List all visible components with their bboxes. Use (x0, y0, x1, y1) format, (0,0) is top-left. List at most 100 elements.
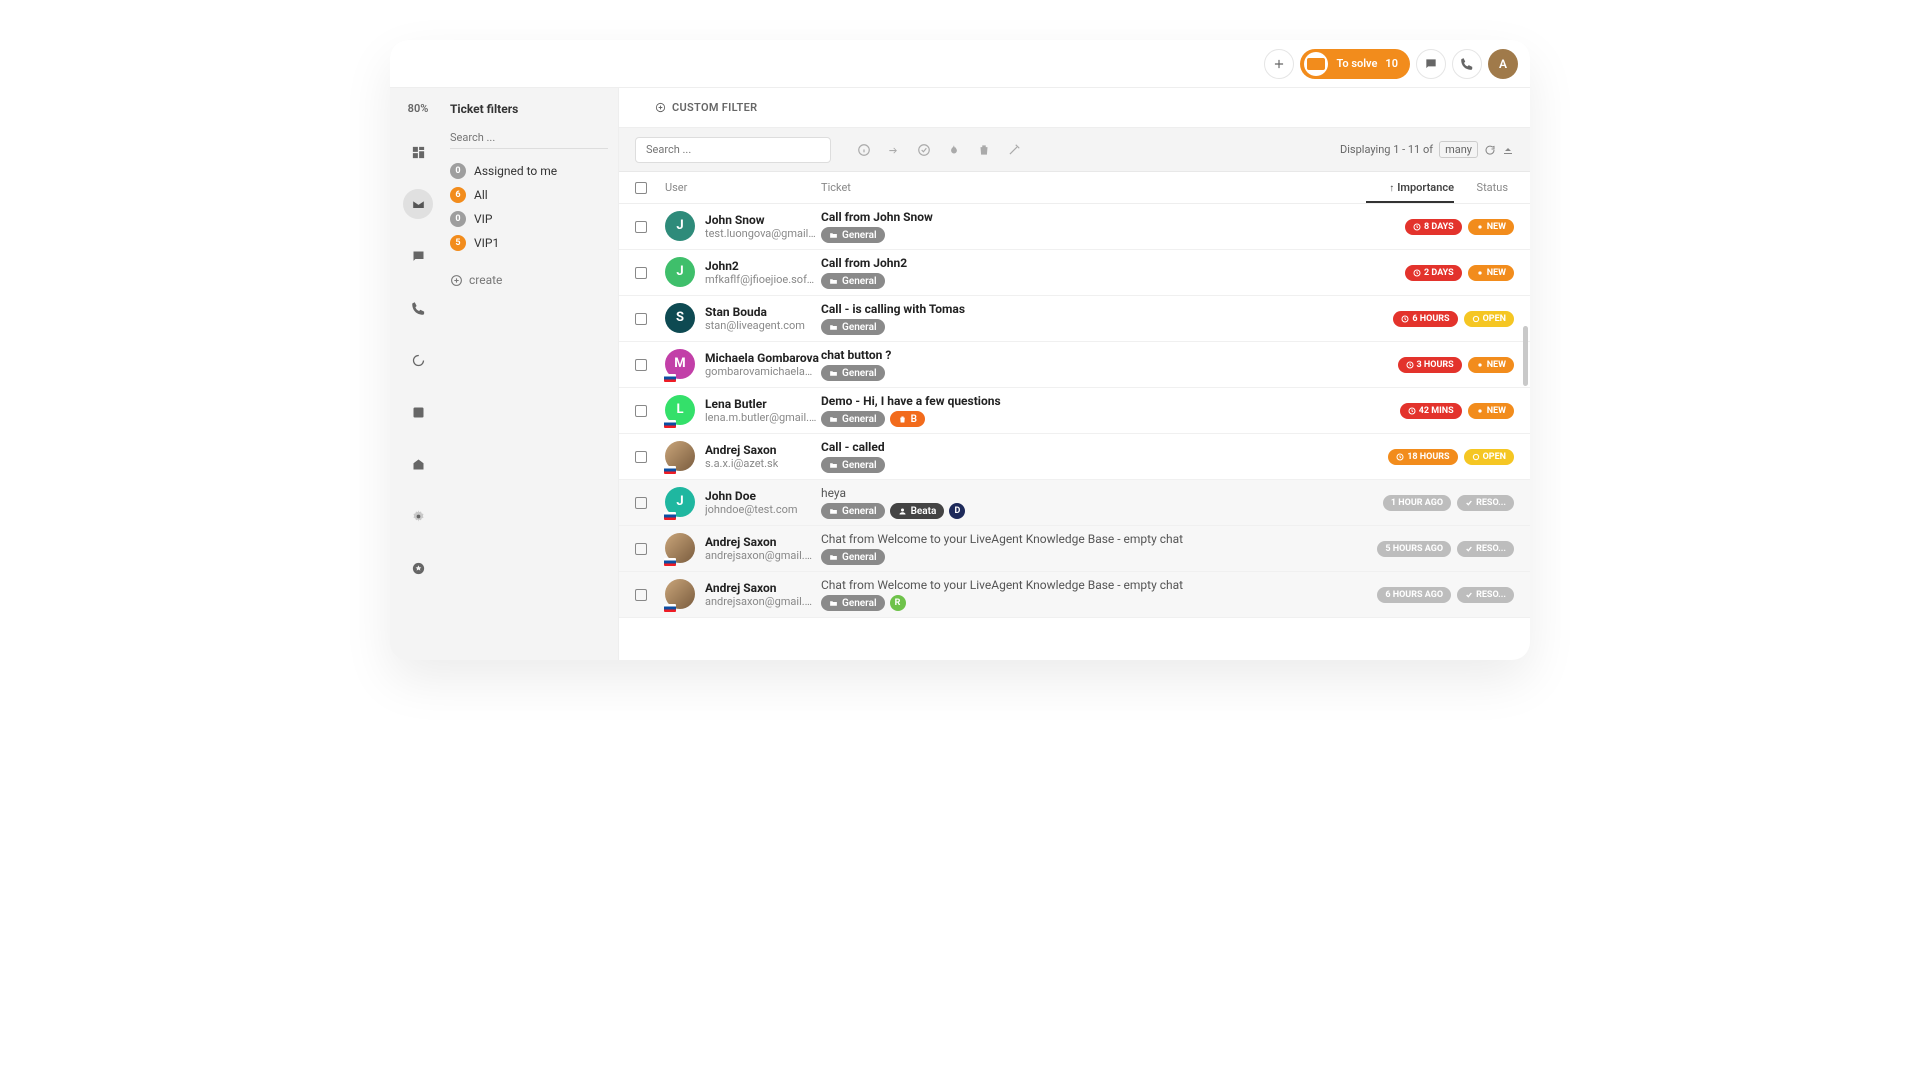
ticket-row[interactable]: JJohn Snowtest.luongova@gmail....Call fr… (619, 204, 1530, 250)
ticket-row[interactable]: SStan Boudastan@liveagent.comCall - is c… (619, 296, 1530, 342)
user-cell: JJohn Doejohndoe@test.com (665, 487, 821, 519)
row-checkbox[interactable] (635, 313, 647, 325)
ticket-row[interactable]: Andrej Saxonandrejsaxon@gmail.c...Chat f… (619, 572, 1530, 618)
app-body: 80% Ticket filters 0Assigned to me6All0V… (390, 88, 1530, 660)
header-importance[interactable]: Importance (1366, 181, 1454, 194)
ticket-row[interactable]: MMichaela Gombarovagombarovamichaela1...… (619, 342, 1530, 388)
row-checkbox[interactable] (635, 359, 647, 371)
forward-button[interactable] (887, 143, 901, 157)
nav-contacts[interactable] (403, 397, 433, 427)
tag-pill: General (821, 411, 885, 427)
refresh-icon[interactable] (1484, 144, 1496, 156)
create-filter[interactable]: create (450, 273, 608, 287)
nav-org[interactable] (403, 449, 433, 479)
nav-chat[interactable] (403, 241, 433, 271)
toolbar: Displaying 1 - 11 of many (619, 128, 1530, 172)
ticket-subject: heya (821, 486, 1364, 500)
info-button[interactable] (857, 143, 871, 157)
user-email: stan@liveagent.com (705, 319, 805, 332)
flag-icon (664, 466, 676, 474)
header-status[interactable]: Status (1454, 181, 1514, 194)
ticket-subject: Call - is calling with Tomas (821, 302, 1364, 316)
add-button[interactable] (1264, 49, 1294, 79)
ticket-cell: Call - is calling with TomasGeneral (821, 302, 1364, 335)
table-headers: User Ticket Importance Status (619, 172, 1530, 204)
importance-chip: 1 HOUR AGO (1383, 495, 1451, 511)
display-many[interactable]: many (1439, 141, 1478, 158)
status-chip: RESO... (1457, 495, 1514, 511)
nav-loading[interactable] (403, 345, 433, 375)
info-icon (857, 143, 871, 157)
app-window: To solve 10 A 80% Ticket filters 0Assign… (390, 40, 1530, 660)
status-chip: NEW (1468, 219, 1514, 235)
filter-item-0[interactable]: 0Assigned to me (450, 163, 608, 179)
nav-rail: 80% (390, 88, 446, 660)
status-chip: NEW (1468, 265, 1514, 281)
scrollbar-thumb[interactable] (1523, 326, 1528, 386)
ticket-row[interactable]: Andrej Saxonandrejsaxon@gmail.c...Chat f… (619, 526, 1530, 572)
ticket-tags: General (821, 457, 1364, 473)
row-checkbox[interactable] (635, 451, 647, 463)
main-panel: CUSTOM FILTER Displaying 1 - 11 of many (618, 88, 1530, 660)
filter-item-1[interactable]: 6All (450, 187, 608, 203)
user-cell: MMichaela Gombarovagombarovamichaela1... (665, 349, 821, 381)
nav-tickets[interactable] (403, 189, 433, 219)
filter-item-2[interactable]: 0VIP (450, 211, 608, 227)
meta-cell: 1 HOUR AGO RESO... (1364, 495, 1514, 511)
ticket-row[interactable]: JJohn2mfkaflf@jfioejioe.sofdsCall from J… (619, 250, 1530, 296)
grid-icon (411, 145, 426, 160)
ticket-subject: Demo - Hi, I have a few questions (821, 394, 1364, 408)
ticket-subject: Chat from Welcome to your LiveAgent Know… (821, 578, 1364, 592)
to-solve-count: 10 (1385, 57, 1398, 70)
user-email: andrejsaxon@gmail.c... (705, 595, 817, 608)
phone-button[interactable] (1452, 49, 1482, 79)
importance-chip: 5 HOURS AGO (1377, 541, 1451, 557)
filter-label: Assigned to me (474, 164, 557, 178)
nav-dashboard[interactable] (403, 137, 433, 167)
ticket-cell: Chat from Welcome to your LiveAgent Know… (821, 578, 1364, 611)
tag-pill: General (821, 365, 885, 381)
user-name: John2 (705, 259, 817, 273)
row-checkbox[interactable] (635, 267, 647, 279)
tag-pill: General (821, 457, 885, 473)
wand-button[interactable] (1007, 143, 1021, 157)
flame-button[interactable] (947, 143, 961, 157)
chat-button[interactable] (1416, 49, 1446, 79)
ticket-subject: Call - called (821, 440, 1364, 454)
row-checkbox[interactable] (635, 497, 647, 509)
ticket-tags: GeneralR (821, 595, 1364, 611)
header-ticket[interactable]: Ticket (821, 181, 1366, 194)
mail-icon (411, 197, 426, 212)
row-checkbox[interactable] (635, 405, 647, 417)
nav-star[interactable] (403, 553, 433, 583)
custom-filter-tab[interactable]: CUSTOM FILTER (619, 88, 1530, 128)
row-checkbox[interactable] (635, 589, 647, 601)
header-user[interactable]: User (665, 181, 821, 194)
nav-settings[interactable] (403, 501, 433, 531)
toolbar-actions (857, 143, 1021, 157)
status-chip: RESO... (1457, 541, 1514, 557)
user-avatar[interactable]: A (1488, 49, 1518, 79)
nav-calls[interactable] (403, 293, 433, 323)
filter-item-3[interactable]: 5VIP1 (450, 235, 608, 251)
topbar: To solve 10 A (390, 40, 1530, 88)
contact-icon (411, 405, 426, 420)
ticket-search-input[interactable] (635, 137, 831, 163)
delete-button[interactable] (977, 143, 991, 157)
flame-icon (947, 143, 961, 157)
user-cell: Andrej Saxons.a.x.i@azet.sk (665, 441, 821, 473)
resolve-button[interactable] (917, 143, 931, 157)
row-checkbox[interactable] (635, 221, 647, 233)
ticket-row[interactable]: JJohn Doejohndoe@test.comheyaGeneralBeat… (619, 480, 1530, 526)
row-checkbox[interactable] (635, 543, 647, 555)
star-icon (411, 561, 426, 576)
ticket-tags: GeneralB (821, 411, 1364, 427)
ticket-row[interactable]: LLena Butlerlena.m.butler@gmail.c...Demo… (619, 388, 1530, 434)
ticket-tags: General (821, 549, 1364, 565)
collapse-icon[interactable] (1502, 144, 1514, 156)
select-all-checkbox[interactable] (635, 182, 647, 194)
filter-label: VIP (474, 212, 492, 226)
ticket-row[interactable]: Andrej Saxons.a.x.i@azet.skCall - called… (619, 434, 1530, 480)
to-solve-pill[interactable]: To solve 10 (1300, 49, 1410, 79)
filter-search-input[interactable] (450, 127, 608, 149)
